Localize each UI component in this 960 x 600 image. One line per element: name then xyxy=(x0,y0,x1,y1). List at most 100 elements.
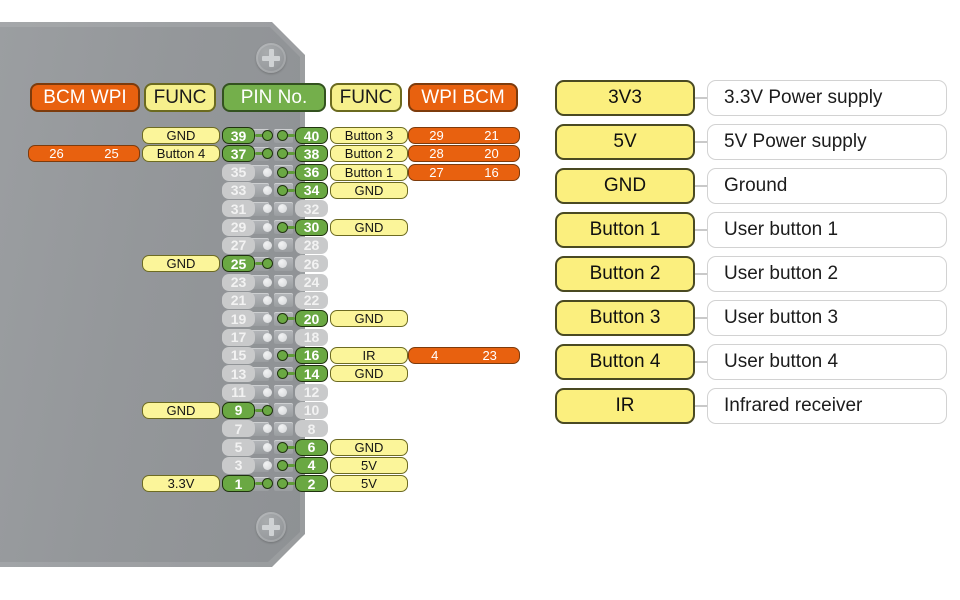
pin-socket xyxy=(263,460,272,470)
legend-row: 5V 5V Power supply xyxy=(555,124,947,160)
pin-lead xyxy=(287,445,295,449)
pin-socket-dot xyxy=(277,166,288,178)
right-wpi-bcm-chip[interactable]: 28 20 xyxy=(408,145,520,163)
legend-value: Ground xyxy=(707,168,947,204)
right-wpi-bcm-chip[interactable]: 4 23 xyxy=(408,346,520,364)
pin-socket xyxy=(278,295,287,305)
pin-chip-8[interactable]: 8 xyxy=(295,420,328,438)
pin-chip-23[interactable]: 23 xyxy=(222,273,255,291)
pin-socket xyxy=(263,240,272,250)
pin-chip-15[interactable]: 15 xyxy=(222,346,255,364)
pin-chip-4[interactable]: 4 xyxy=(295,456,328,474)
legend-key[interactable]: Button 1 xyxy=(555,212,695,248)
pin-chip-27[interactable]: 27 xyxy=(222,236,255,254)
legend-value: User button 1 xyxy=(707,212,947,248)
pin-chip-2[interactable]: 2 xyxy=(295,475,328,493)
legend-key[interactable]: Button 3 xyxy=(555,300,695,336)
pin-chip-9[interactable]: 9 xyxy=(222,401,255,419)
pin-chip-26[interactable]: 26 xyxy=(295,255,328,273)
legend-connector-line xyxy=(695,185,707,187)
pin-lead xyxy=(287,317,295,321)
right-bcm-value: 20 xyxy=(484,146,499,162)
legend-connector-line xyxy=(695,229,707,231)
right-bcm-value: 21 xyxy=(484,128,499,143)
left-bcm-wpi-chip[interactable]: 26 25 xyxy=(28,145,140,163)
column-header-2: FUNC xyxy=(144,83,216,112)
pin-chip-25[interactable]: 25 xyxy=(222,255,255,273)
pin-socket-dot xyxy=(277,184,288,196)
pin-chip-36[interactable]: 36 xyxy=(295,163,328,181)
pin-socket xyxy=(263,185,272,195)
legend-connector-line xyxy=(695,361,707,363)
pin-chip-18[interactable]: 18 xyxy=(295,328,328,346)
left-func-chip[interactable]: GND xyxy=(142,401,220,419)
pin-chip-1[interactable]: 1 xyxy=(222,475,255,493)
left-func-chip[interactable]: 3.3V xyxy=(142,475,220,493)
pin-chip-40[interactable]: 40 xyxy=(295,127,328,144)
right-func-chip[interactable]: 5V xyxy=(330,456,408,474)
pin-chip-7[interactable]: 7 xyxy=(222,420,255,438)
legend-connector-line xyxy=(695,273,707,275)
right-func-chip[interactable]: Button 1 xyxy=(330,163,408,181)
screw-bottom-icon xyxy=(256,512,286,542)
pin-chip-30[interactable]: 30 xyxy=(295,218,328,236)
right-func-chip[interactable]: Button 2 xyxy=(330,145,408,163)
right-func-chip[interactable]: GND xyxy=(330,181,408,199)
pin-chip-12[interactable]: 12 xyxy=(295,383,328,401)
legend-key[interactable]: 3V3 xyxy=(555,80,695,116)
pin-chip-24[interactable]: 24 xyxy=(295,273,328,291)
left-wpi-value: 25 xyxy=(104,146,119,162)
right-func-chip[interactable]: GND xyxy=(330,218,408,236)
pin-chip-11[interactable]: 11 xyxy=(222,383,255,401)
pin-socket xyxy=(278,240,287,250)
legend-connector-line xyxy=(695,317,707,319)
pin-chip-21[interactable]: 21 xyxy=(222,291,255,309)
pin-chip-3[interactable]: 3 xyxy=(222,456,255,474)
pin-chip-6[interactable]: 6 xyxy=(295,438,328,456)
pin-chip-22[interactable]: 22 xyxy=(295,291,328,309)
pin-chip-10[interactable]: 10 xyxy=(295,401,328,419)
right-func-chip[interactable]: 5V xyxy=(330,475,408,493)
pin-chip-39[interactable]: 39 xyxy=(222,127,255,144)
pin-chip-35[interactable]: 35 xyxy=(222,163,255,181)
pin-chip-28[interactable]: 28 xyxy=(295,236,328,254)
left-func-chip[interactable]: GND xyxy=(142,255,220,273)
right-func-chip[interactable]: IR xyxy=(330,346,408,364)
left-func-chip[interactable]: GND xyxy=(142,127,220,144)
right-wpi-bcm-chip[interactable]: 27 16 xyxy=(408,163,520,181)
pin-chip-38[interactable]: 38 xyxy=(295,145,328,163)
pin-socket-dot xyxy=(277,349,288,361)
legend-row: Button 1 User button 1 xyxy=(555,212,947,248)
pin-chip-5[interactable]: 5 xyxy=(222,438,255,456)
pin-chip-20[interactable]: 20 xyxy=(295,310,328,328)
pin-chip-32[interactable]: 32 xyxy=(295,200,328,218)
legend-key[interactable]: 5V xyxy=(555,124,695,160)
right-func-chip[interactable]: GND xyxy=(330,310,408,328)
pin-lead xyxy=(287,152,295,156)
legend-key[interactable]: Button 2 xyxy=(555,256,695,292)
pin-chip-13[interactable]: 13 xyxy=(222,365,255,383)
legend-key[interactable]: GND xyxy=(555,168,695,204)
pin-chip-29[interactable]: 29 xyxy=(222,218,255,236)
pin-chip-16[interactable]: 16 xyxy=(295,346,328,364)
right-func-chip[interactable]: Button 3 xyxy=(330,127,408,144)
right-wpi-bcm-chip[interactable]: 29 21 xyxy=(408,127,520,144)
pin-socket-dot xyxy=(262,404,273,416)
pin-chip-37[interactable]: 37 xyxy=(222,145,255,163)
pin-chip-31[interactable]: 31 xyxy=(222,200,255,218)
legend-key[interactable]: Button 4 xyxy=(555,344,695,380)
right-func-chip[interactable]: GND xyxy=(330,438,408,456)
pin-chip-17[interactable]: 17 xyxy=(222,328,255,346)
pin-chip-19[interactable]: 19 xyxy=(222,310,255,328)
pin-socket xyxy=(263,167,272,177)
pin-chip-33[interactable]: 33 xyxy=(222,181,255,199)
legend-row: Button 3 User button 3 xyxy=(555,300,947,336)
pin-chip-14[interactable]: 14 xyxy=(295,365,328,383)
pin-chip-34[interactable]: 34 xyxy=(295,181,328,199)
right-func-chip[interactable]: GND xyxy=(330,365,408,383)
pin-socket-dot xyxy=(277,221,288,233)
left-func-chip[interactable]: Button 4 xyxy=(142,145,220,163)
legend-key[interactable]: IR xyxy=(555,388,695,424)
pin-socket xyxy=(278,332,287,342)
legend-row: GND Ground xyxy=(555,168,947,204)
